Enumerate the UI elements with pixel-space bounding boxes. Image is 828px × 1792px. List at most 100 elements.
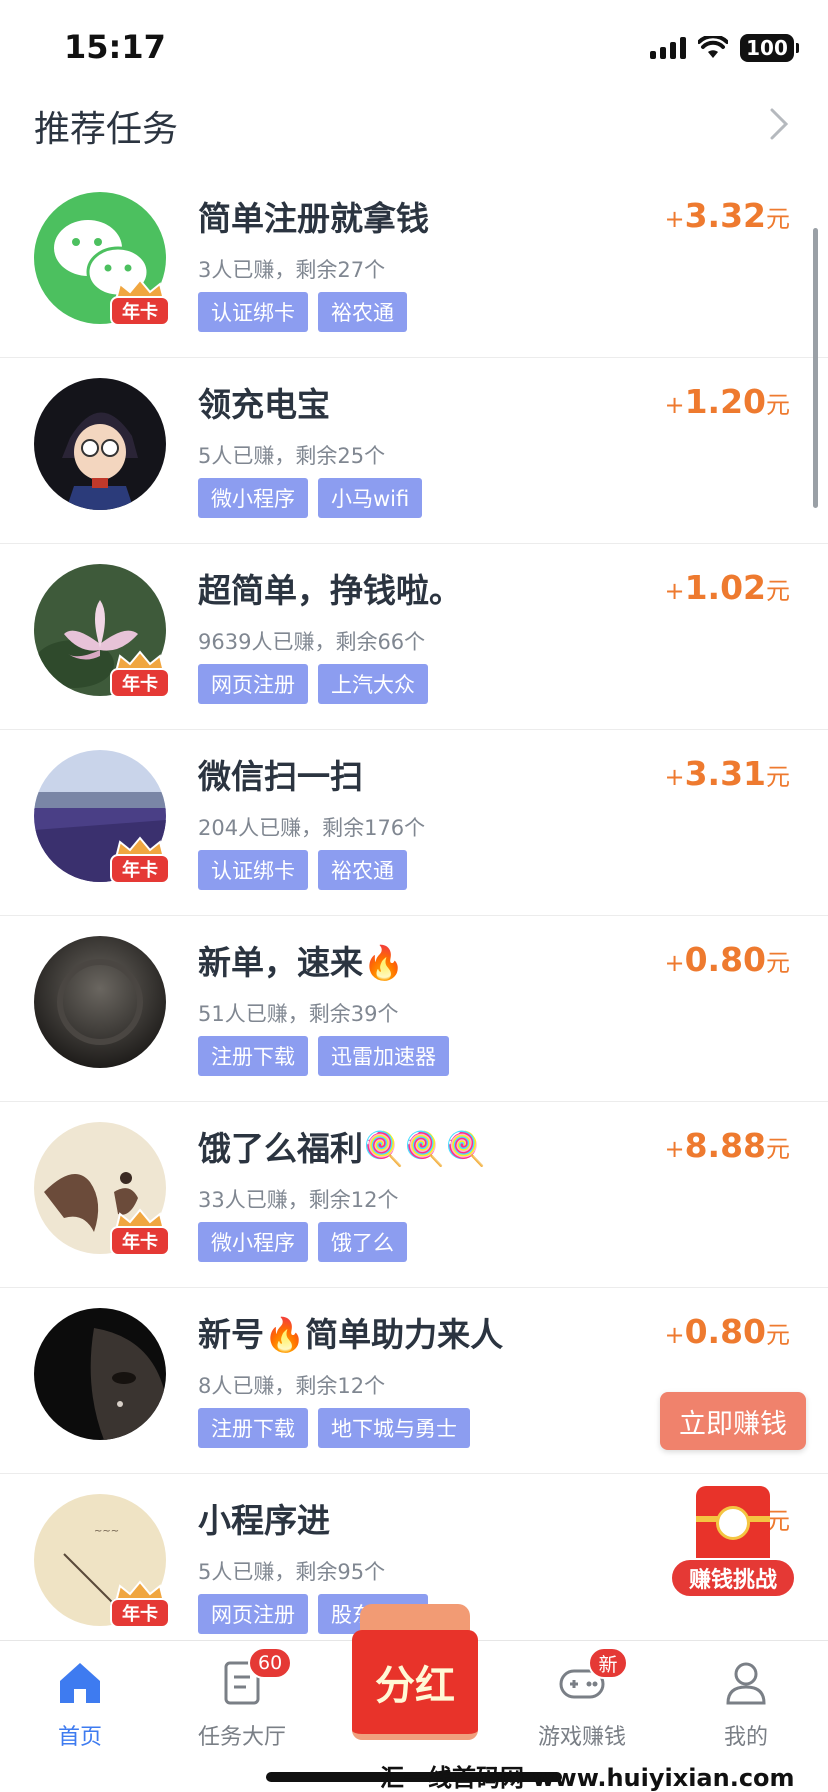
- page-title: 推荐任务: [34, 109, 179, 150]
- reward-amount: 1.20: [684, 382, 766, 421]
- tab-home-label: 首页: [57, 1725, 102, 1750]
- reward-plus: +: [664, 763, 685, 791]
- annual-card-badge: 年卡: [110, 278, 170, 330]
- task-progress: 8人已赚，剩余12个: [198, 1374, 386, 1398]
- dividend-label: 分红: [352, 1630, 478, 1740]
- task-avatar: [34, 1308, 166, 1440]
- task-avatar: [34, 378, 166, 510]
- earn-challenge-button[interactable]: 赚钱挑战: [670, 1486, 796, 1598]
- tab-task-hall[interactable]: 60 任务大厅: [172, 1641, 312, 1751]
- task-tag: 注册下载: [198, 1036, 308, 1076]
- reward-plus: +: [664, 205, 685, 233]
- annual-card-badge: 年卡: [110, 1580, 170, 1632]
- tab-game-earn[interactable]: 新 游戏赚钱: [512, 1641, 652, 1751]
- task-title: 简单注册就拿钱: [198, 199, 429, 238]
- task-tag: 裕农通: [318, 292, 407, 332]
- reward-unit: 元: [766, 205, 790, 233]
- task-tags: 注册下载 地下城与勇士: [198, 1408, 470, 1448]
- reward-plus: +: [664, 949, 685, 977]
- tab-mine[interactable]: 我的: [676, 1641, 816, 1751]
- task-title: 超简单，挣钱啦。: [198, 571, 462, 610]
- task-reward: +1.02元: [664, 568, 790, 607]
- task-avatar: [34, 936, 166, 1068]
- annual-card-badge: 年卡: [110, 836, 170, 888]
- task-avatar: 年卡: [34, 1122, 170, 1256]
- task-tag: 地下城与勇士: [318, 1408, 470, 1448]
- task-progress: 204人已赚，剩余176个: [198, 816, 426, 840]
- task-reward: +0.80元: [664, 1312, 790, 1351]
- task-row[interactable]: 领充电宝 5人已赚，剩余25个 微小程序 小马wifi +1.20元: [0, 358, 828, 544]
- task-progress: 3人已赚，剩余27个: [198, 258, 386, 282]
- tab-game-earn-label: 游戏赚钱: [537, 1725, 626, 1750]
- reward-unit: 元: [766, 391, 790, 419]
- task-title: 微信扫一扫: [198, 757, 363, 796]
- reward-unit: 元: [766, 1135, 790, 1163]
- task-tag: 裕农通: [318, 850, 407, 890]
- cartoon-avatar-icon: [34, 378, 166, 510]
- reward-unit: 元: [766, 577, 790, 605]
- annual-card-label: 年卡: [110, 854, 170, 884]
- status-bar: 15:17 100: [0, 0, 828, 90]
- reward-plus: +: [664, 1135, 685, 1163]
- reward-unit: 元: [766, 763, 790, 791]
- reward-amount: 3.32: [684, 196, 766, 235]
- annual-card-label: 年卡: [110, 1598, 170, 1628]
- scrollbar[interactable]: [813, 228, 818, 508]
- task-tags: 注册下载 迅雷加速器: [198, 1036, 449, 1076]
- task-tag: 网页注册: [198, 1594, 308, 1634]
- tab-mine-label: 我的: [723, 1725, 768, 1750]
- task-avatar: ~~~ 年卡: [34, 1494, 170, 1628]
- user-icon: [726, 1662, 766, 1705]
- svg-text:~~~: ~~~: [94, 1526, 119, 1537]
- task-progress: 51人已赚，剩余39个: [198, 1002, 399, 1026]
- task-title: 饿了么福利🍭🍭🍭: [198, 1129, 487, 1168]
- earn-challenge-label: 赚钱挑战: [670, 1558, 796, 1598]
- dark-sphere-icon: [34, 936, 166, 1068]
- task-reward: +3.31元: [664, 754, 790, 793]
- task-tag: 微小程序: [198, 1222, 308, 1262]
- earn-now-button[interactable]: 立即赚钱: [660, 1392, 806, 1450]
- task-tag: 认证绑卡: [198, 850, 308, 890]
- chevron-right-icon[interactable]: [764, 106, 794, 142]
- reward-amount: 8.88: [684, 1126, 766, 1165]
- task-row[interactable]: 年卡 微信扫一扫 204人已赚，剩余176个 认证绑卡 裕农通 +3.31元: [0, 730, 828, 916]
- battery-icon: 100: [740, 34, 799, 62]
- task-progress: 9639人已赚，剩余66个: [198, 630, 426, 654]
- reward-amount: 1.02: [684, 568, 766, 607]
- status-icons: 100: [650, 34, 799, 62]
- reward-amount: 3.31: [684, 754, 766, 793]
- annual-card-label: 年卡: [110, 1226, 170, 1256]
- task-progress: 33人已赚，剩余12个: [198, 1188, 399, 1212]
- task-row[interactable]: 年卡 饿了么福利🍭🍭🍭 33人已赚，剩余12个 微小程序 饿了么 +8.88元: [0, 1102, 828, 1288]
- reward-plus: +: [664, 577, 685, 605]
- task-reward: +3.32元: [664, 196, 790, 235]
- task-row[interactable]: 年卡 超简单，挣钱啦。 9639人已赚，剩余66个 网页注册 上汽大众 +1.0…: [0, 544, 828, 730]
- task-avatar: 年卡: [34, 564, 170, 698]
- task-tag: 微小程序: [198, 478, 308, 518]
- task-row[interactable]: 年卡 简单注册就拿钱 3人已赚，剩余27个 认证绑卡 裕农通 +3.32元: [0, 172, 828, 358]
- annual-card-badge: 年卡: [110, 1208, 170, 1260]
- task-tag: 注册下载: [198, 1408, 308, 1448]
- task-tags: 微小程序 小马wifi: [198, 478, 423, 518]
- tab-home[interactable]: 首页: [10, 1641, 150, 1751]
- dividend-button[interactable]: 分红: [352, 1604, 478, 1744]
- task-title: 新单，速来🔥: [198, 943, 405, 982]
- status-time: 15:17: [64, 28, 166, 66]
- reward-plus: +: [664, 391, 685, 419]
- task-tags: 认证绑卡 裕农通: [198, 850, 407, 890]
- annual-card-badge: 年卡: [110, 650, 170, 702]
- task-avatar: 年卡: [34, 192, 170, 326]
- portrait-photo-icon: [34, 1308, 166, 1440]
- section-header[interactable]: 推荐任务: [0, 90, 828, 170]
- task-reward: +8.88元: [664, 1126, 790, 1165]
- wifi-icon: [698, 36, 728, 58]
- task-title: 小程序进: [198, 1501, 330, 1540]
- task-progress: 5人已赚，剩余95个: [198, 1560, 386, 1584]
- task-tag: 上汽大众: [318, 664, 428, 704]
- task-title: 新号🔥简单助力来人: [198, 1315, 504, 1354]
- task-avatar: 年卡: [34, 750, 170, 884]
- annual-card-label: 年卡: [110, 668, 170, 698]
- task-tags: 微小程序 饿了么: [198, 1222, 407, 1262]
- task-row[interactable]: 新单，速来🔥 51人已赚，剩余39个 注册下载 迅雷加速器 +0.80元: [0, 916, 828, 1102]
- home-icon: [60, 1663, 100, 1703]
